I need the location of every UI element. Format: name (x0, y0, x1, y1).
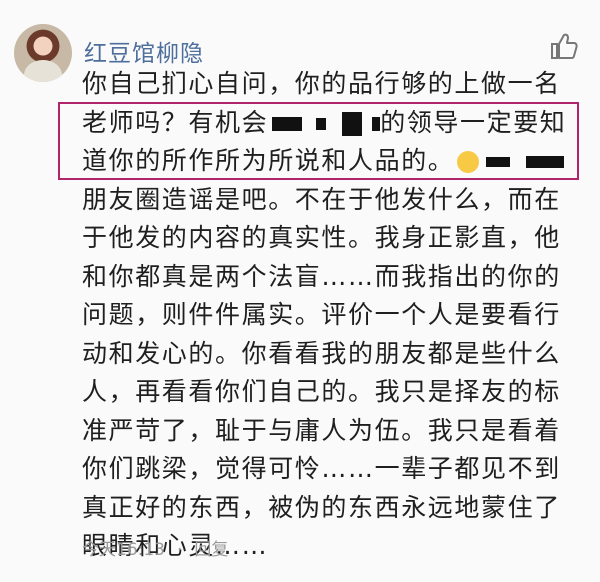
comment-line: 朋友圈造谣是吧。不在于他发什么，而在 (82, 184, 561, 214)
separator: · (177, 540, 183, 560)
timestamp: 今天16:13 (82, 540, 165, 560)
comment-line: 和你都真是两个法盲……而我指出的你的 (82, 261, 561, 291)
comment-line: 动和发心的。你看看我的朋友都是些什么 (82, 338, 561, 368)
comment-line: 真正好的东西，被伪的东西永远地蒙住了 (82, 492, 561, 522)
reply-button[interactable]: 回复 (194, 540, 228, 560)
comment-line: 你自己扪心自问，你的品行够的上做一名 (82, 69, 561, 98)
comment-line: 准严苛了，耻于与庸人为伍。我只是看着 (82, 415, 561, 445)
comment-line: 你们跳梁，觉得可怜……一辈子都见不到 (82, 454, 561, 483)
comment-meta: 今天16:13 · 回复 (82, 535, 228, 560)
username[interactable]: 红豆馆柳隐 (84, 34, 204, 68)
comment-line: 于他发的内容的真实性。我身正影直，他 (82, 223, 561, 252)
comment-line: 问题，则件件属实。评价一个人是要看行 (82, 300, 561, 329)
highlight-box (58, 102, 579, 180)
avatar[interactable] (14, 24, 72, 82)
comment-line: 人，再看看你们自己的。我只是择友的标 (82, 377, 561, 406)
thumbs-up-icon[interactable] (548, 30, 580, 62)
